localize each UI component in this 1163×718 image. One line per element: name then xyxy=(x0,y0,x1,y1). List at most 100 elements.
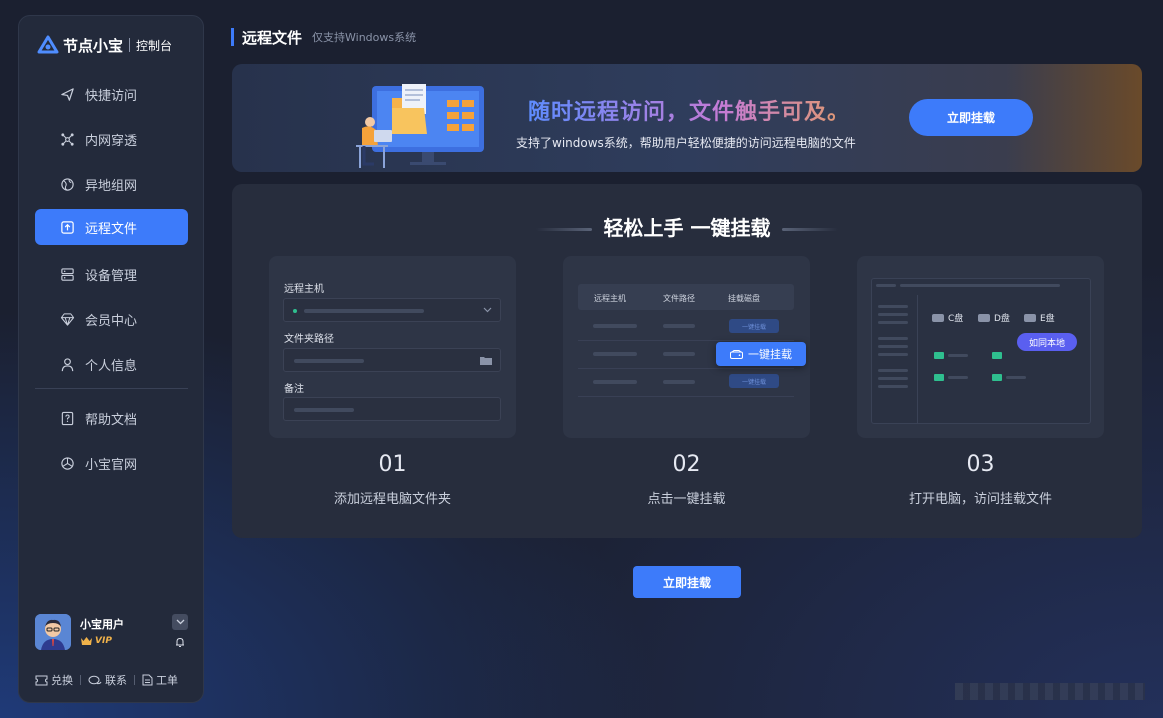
chevron-down-icon xyxy=(176,619,184,625)
compass-icon xyxy=(59,455,75,471)
drive-e: E盘 xyxy=(1024,311,1055,324)
column-header-host: 远程主机 xyxy=(594,294,626,303)
sidebar-item-devices[interactable]: 设备管理 xyxy=(35,256,188,292)
bell-icon[interactable] xyxy=(174,636,186,648)
step-description-1: 添加远程电脑文件夹 xyxy=(333,492,451,507)
vip-label: VIP xyxy=(95,636,112,646)
path-label: 文件夹路径 xyxy=(284,334,334,345)
network-drive-icon xyxy=(934,374,944,381)
blurred-text xyxy=(878,353,908,356)
like-local-bubble: 如同本地 xyxy=(1017,333,1077,351)
step-description-2: 点击一键挂载 xyxy=(647,492,726,507)
username: 小宝用户 xyxy=(80,618,124,631)
contact-link[interactable]: 联系 xyxy=(88,672,127,688)
table-row-divider xyxy=(578,368,794,369)
sidebar-item-help[interactable]: 帮助文档 xyxy=(35,400,188,436)
guide-panel: 轻松上手 一键挂载 远程主机 文件夹路径 备注 01 添加远程电脑文件夹 远程主… xyxy=(232,184,1142,538)
user-icon xyxy=(59,356,75,372)
drive-icon xyxy=(1024,313,1036,322)
step-number-2: 02 xyxy=(672,452,701,477)
blurred-text xyxy=(294,408,354,412)
sidebar-item-label: 会员中心 xyxy=(85,313,138,329)
blurred-text xyxy=(593,352,637,356)
logo-icon xyxy=(37,35,59,54)
drive-c-label: C盘 xyxy=(948,314,964,324)
table-header: 远程主机 文件路径 挂载磁盘 xyxy=(578,284,794,310)
server-icon xyxy=(59,266,75,282)
page-header: 远程文件 仅支持Windows系统 xyxy=(231,28,416,47)
blurred-text xyxy=(593,324,637,328)
sidebar-divider xyxy=(35,388,188,389)
exchange-link[interactable]: 兑换 xyxy=(35,672,73,688)
column-header-path: 文件路径 xyxy=(663,294,695,303)
vip-badge: VIP xyxy=(80,636,112,646)
contact-label: 联系 xyxy=(105,674,127,687)
blurred-text xyxy=(593,380,637,384)
ticket-label: 工单 xyxy=(156,674,178,687)
sidebar-item-website[interactable]: 小宝官网 xyxy=(35,445,188,481)
step-card-2: 远程主机 文件路径 挂载磁盘 一键挂载 一键挂载 一键挂载 xyxy=(563,256,810,438)
sidebar-item-profile[interactable]: 个人信息 xyxy=(35,346,188,382)
drive-d: D盘 xyxy=(978,311,1010,324)
upload-folder-icon xyxy=(59,219,75,235)
blurred-text xyxy=(948,376,968,379)
sidebar-item-membership[interactable]: 会员中心 xyxy=(35,301,188,337)
mount-now-button[interactable]: 立即挂载 xyxy=(633,566,741,598)
sidebar-item-remote-network[interactable]: 异地组网 xyxy=(35,166,188,202)
host-label: 远程主机 xyxy=(284,284,324,295)
note-field xyxy=(283,397,501,421)
chat-icon xyxy=(88,675,102,684)
sidebar-item-label: 设备管理 xyxy=(85,268,138,284)
ticket-icon xyxy=(35,675,48,685)
sidebar-item-label: 内网穿透 xyxy=(85,133,138,149)
drive-e-label: E盘 xyxy=(1040,314,1055,324)
help-icon xyxy=(59,410,75,426)
sidebar-item-label: 小宝官网 xyxy=(85,457,138,473)
blurred-text xyxy=(878,385,908,388)
blurred-text xyxy=(663,352,695,356)
sidebar: 节点小宝 控制台 快捷访问 内网穿透 异地组网 远程文件 设备管理 会员中心 个… xyxy=(18,15,204,703)
avatar[interactable] xyxy=(35,614,71,650)
banner-description: 支持了windows系统，帮助用户轻松便捷的访问远程电脑的文件 xyxy=(516,136,856,150)
footer-separator xyxy=(134,675,135,685)
brand-separator xyxy=(129,38,131,52)
blurred-text xyxy=(948,354,968,357)
page-title: 远程文件 xyxy=(242,28,303,47)
document-icon xyxy=(142,674,153,686)
brand[interactable]: 节点小宝 控制台 xyxy=(37,34,172,56)
blurred-text xyxy=(294,359,364,363)
drive-icon xyxy=(978,313,990,322)
blurred-text xyxy=(1006,376,1026,379)
exchange-label: 兑换 xyxy=(51,674,73,687)
guide-title: 轻松上手 一键挂载 xyxy=(603,216,771,240)
sidebar-item-label: 远程文件 xyxy=(85,221,138,237)
mount-pill-dim: 一键挂载 xyxy=(729,374,779,388)
mount-pill-dim: 一键挂载 xyxy=(729,319,779,333)
blurred-text xyxy=(878,305,908,308)
network-icon xyxy=(59,131,75,147)
mount-pill-label: 一键挂载 xyxy=(741,378,766,386)
sidebar-item-quick-access[interactable]: 快捷访问 xyxy=(35,76,188,112)
banner-headline: 随时远程访问，文件触手可及。 xyxy=(528,94,850,126)
pixelated-watermark xyxy=(955,683,1145,700)
drive-c: C盘 xyxy=(932,311,963,324)
globe-icon xyxy=(59,176,75,192)
network-drive-icon xyxy=(992,352,1002,359)
blurred-text xyxy=(663,324,695,328)
brand-console: 控制台 xyxy=(136,38,173,53)
drive-icon xyxy=(730,349,743,359)
one-click-mount-label: 一键挂载 xyxy=(748,348,792,361)
title-line-right xyxy=(782,228,839,231)
column-header-mount: 挂载磁盘 xyxy=(728,294,760,303)
blurred-text xyxy=(878,321,908,324)
sidebar-item-remote-files[interactable]: 远程文件 xyxy=(35,209,188,245)
step-card-3: C盘 D盘 E盘 如同本地 xyxy=(857,256,1104,438)
mount-pill-label: 一键挂载 xyxy=(741,323,766,331)
banner-mount-button[interactable]: 立即挂载 xyxy=(909,99,1033,136)
network-drive-icon xyxy=(992,374,1002,381)
user-menu-toggle[interactable] xyxy=(172,614,188,630)
ticket-link[interactable]: 工单 xyxy=(142,672,178,688)
send-icon xyxy=(59,86,75,102)
network-drive-icon xyxy=(934,352,944,359)
sidebar-item-intranet[interactable]: 内网穿透 xyxy=(35,121,188,157)
